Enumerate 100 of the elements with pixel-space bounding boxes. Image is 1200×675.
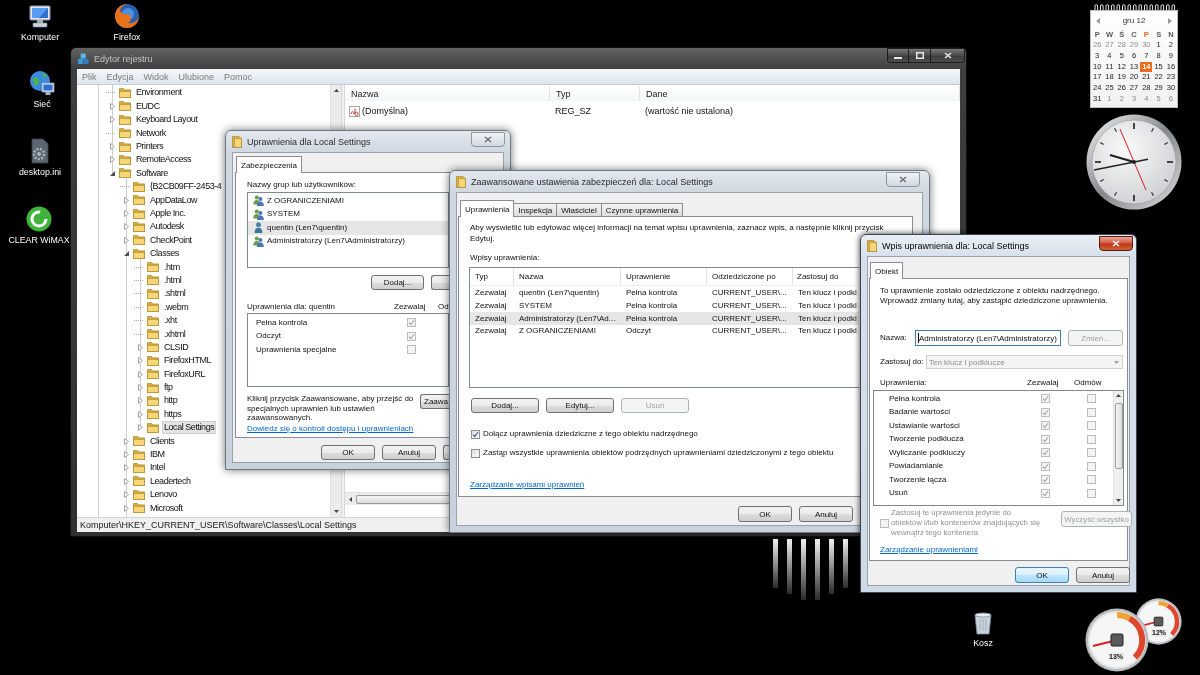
checkbox[interactable] bbox=[407, 331, 416, 341]
previous-arrow-icon[interactable] bbox=[1096, 17, 1100, 24]
menu-item[interactable]: Ulubione bbox=[173, 71, 220, 82]
cancel-button[interactable]: Anuluj bbox=[382, 445, 436, 460]
tree-item[interactable]: https bbox=[162, 407, 184, 421]
computer-icon[interactable] bbox=[27, 3, 53, 29]
checkbox[interactable] bbox=[1041, 394, 1050, 404]
expand-arrow-icon[interactable] bbox=[124, 437, 129, 445]
expand-arrow-icon[interactable] bbox=[110, 156, 115, 164]
table-row[interactable]: Zezwalaj Z OGRANICZENIAMI Odczyt CURRENT_USER\... Ten klucz i podkl bbox=[470, 325, 859, 338]
checkbox[interactable] bbox=[407, 318, 416, 328]
horizontal-scrollbar[interactable] bbox=[345, 492, 449, 505]
checkbox[interactable] bbox=[1087, 461, 1096, 471]
menu-item[interactable]: Edycja bbox=[101, 71, 139, 82]
checkbox[interactable] bbox=[1041, 407, 1050, 417]
maximize-button[interactable] bbox=[909, 48, 931, 63]
checkbox[interactable] bbox=[407, 345, 416, 355]
desktop-icon-label[interactable]: Sieć bbox=[33, 99, 51, 109]
tree-item[interactable]: Autodesk bbox=[148, 220, 186, 234]
desktop-icon-label[interactable]: Komputer bbox=[20, 32, 60, 42]
expand-arrow-icon[interactable] bbox=[138, 384, 143, 392]
next-arrow-icon[interactable] bbox=[1168, 17, 1172, 24]
expand-arrow-icon[interactable] bbox=[124, 223, 129, 231]
expand-arrow-icon[interactable] bbox=[110, 143, 115, 151]
scroll-up-icon[interactable] bbox=[333, 89, 339, 92]
checkbox[interactable] bbox=[1041, 421, 1050, 431]
ring-icon[interactable] bbox=[26, 206, 52, 232]
checkbox[interactable] bbox=[1087, 394, 1096, 404]
tree-item[interactable]: EUDC bbox=[134, 99, 162, 113]
column-header[interactable]: Odziedziczone po bbox=[707, 268, 793, 285]
desktop-icon-label[interactable]: Kosz bbox=[973, 638, 993, 648]
manage-entries-link[interactable]: Zarządzanie wpisami uprawnień bbox=[470, 480, 585, 490]
tree-item[interactable]: .webm bbox=[162, 300, 191, 314]
scroll-down-icon[interactable] bbox=[333, 510, 339, 513]
expand-arrow-icon[interactable] bbox=[138, 370, 143, 378]
cancel-button[interactable]: Anuluj bbox=[799, 506, 853, 522]
tab[interactable]: Zabezpieczenia bbox=[236, 156, 303, 173]
vertical-scrollbar[interactable] bbox=[1113, 391, 1123, 505]
tree-item[interactable]: Clients bbox=[148, 434, 177, 448]
tree-item[interactable]: Leadertech bbox=[148, 474, 193, 488]
checkbox[interactable] bbox=[1087, 488, 1096, 498]
expand-arrow-icon[interactable] bbox=[110, 102, 115, 110]
list-item[interactable]: Z OGRANICZENIAMI bbox=[248, 194, 448, 208]
column-header[interactable]: Nazwa bbox=[345, 86, 550, 101]
tree-item[interactable]: FirefoxHTML bbox=[162, 354, 214, 368]
list-item[interactable]: Administratorzy (Len7\Administratorzy) bbox=[248, 234, 448, 248]
tree-item[interactable]: CheckPoint bbox=[148, 233, 194, 247]
column-header[interactable]: Nazwa bbox=[514, 268, 621, 285]
list-item[interactable]: SYSTEM bbox=[248, 207, 448, 221]
cancel-button[interactable]: Anuluj bbox=[1076, 567, 1130, 583]
tree-item[interactable]: Intel bbox=[148, 461, 167, 475]
column-header[interactable]: Typ bbox=[470, 268, 514, 285]
tree-item[interactable]: .xhtml bbox=[162, 327, 188, 341]
minimize-button[interactable] bbox=[887, 48, 909, 63]
add-button[interactable]: Dodaj... bbox=[471, 398, 539, 413]
ok-button[interactable]: OK bbox=[321, 445, 375, 460]
expand-arrow-icon[interactable] bbox=[124, 464, 129, 472]
checkbox[interactable] bbox=[1041, 461, 1050, 471]
checkbox[interactable] bbox=[1041, 448, 1050, 458]
tree-item[interactable]: .htm bbox=[162, 260, 182, 274]
expand-arrow-icon[interactable] bbox=[138, 357, 143, 365]
expand-arrow-icon[interactable] bbox=[124, 210, 129, 217]
collapse-arrow-icon[interactable] bbox=[124, 251, 129, 257]
tree-item[interactable]: ftp bbox=[162, 381, 175, 395]
tree-item[interactable]: .html bbox=[162, 273, 184, 287]
checkbox[interactable] bbox=[1087, 434, 1096, 444]
collapse-arrow-icon[interactable] bbox=[110, 170, 115, 176]
expand-arrow-icon[interactable] bbox=[138, 424, 143, 432]
close-button[interactable] bbox=[1099, 236, 1133, 251]
expand-arrow-icon[interactable] bbox=[124, 504, 129, 512]
scroll-up-icon[interactable] bbox=[1116, 394, 1121, 397]
column-header[interactable]: Dane bbox=[640, 86, 960, 101]
tree-item[interactable]: Microsoft bbox=[148, 501, 185, 515]
tree-item[interactable]: Software bbox=[134, 166, 170, 180]
tree-item[interactable]: IBM bbox=[148, 448, 167, 462]
tree-item[interactable]: CLSID bbox=[162, 340, 191, 354]
desktop-icon-label[interactable]: Firefox bbox=[113, 32, 141, 42]
ok-button[interactable]: OK bbox=[1015, 567, 1069, 583]
expand-arrow-icon[interactable] bbox=[124, 491, 129, 499]
desktop-icon-label[interactable]: CLEAR WiMAX bbox=[8, 235, 70, 245]
tab[interactable]: Czynne uprawnienia bbox=[600, 203, 684, 216]
tree-item[interactable]: Network bbox=[134, 126, 168, 140]
browser-globe-icon[interactable] bbox=[114, 3, 140, 29]
checkbox[interactable] bbox=[1087, 475, 1096, 485]
manage-permissions-link[interactable]: Zarządzanie uprawnieniami bbox=[880, 545, 978, 555]
tab[interactable]: Właściciel bbox=[556, 203, 602, 216]
tab[interactable]: Obiekt bbox=[870, 262, 904, 279]
checkbox[interactable] bbox=[471, 448, 480, 458]
tree-item[interactable]: Local Settings bbox=[162, 421, 217, 435]
checkbox[interactable] bbox=[1041, 488, 1050, 498]
table-row[interactable]: Zezwalaj Administratorzy (Len7\Ad... Pełna kontrola CURRENT_USER\... Ten klucz i podkl bbox=[470, 312, 859, 326]
tree-item[interactable]: AppDataLow bbox=[148, 193, 200, 207]
checkbox[interactable] bbox=[1041, 475, 1050, 485]
expand-arrow-icon[interactable] bbox=[124, 196, 129, 204]
column-header[interactable]: Typ bbox=[550, 86, 640, 101]
tree-item[interactable]: http bbox=[162, 394, 180, 408]
advanced-button[interactable]: Zaawa bbox=[420, 394, 449, 409]
close-button[interactable] bbox=[931, 48, 965, 63]
tab[interactable]: Inspekcja bbox=[513, 203, 558, 216]
menu-item[interactable]: Widok bbox=[138, 71, 174, 82]
